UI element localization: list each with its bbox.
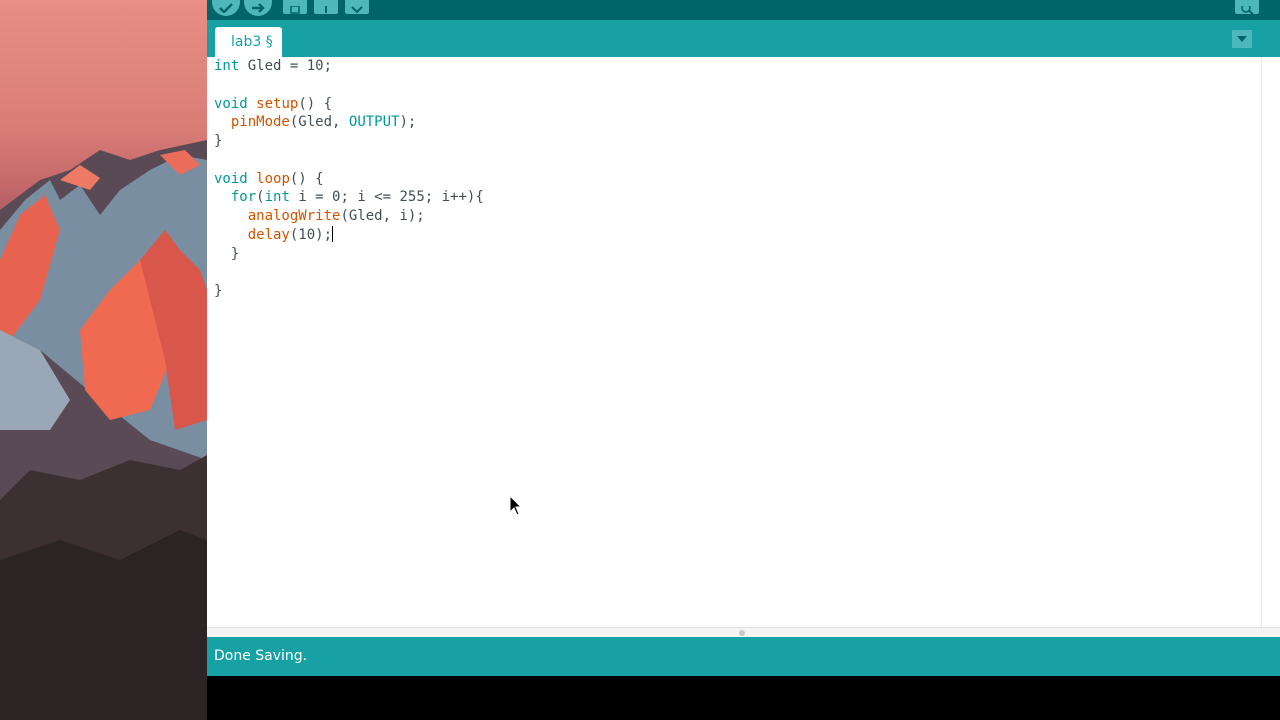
mountain-wallpaper-image (0, 140, 207, 720)
code-text[interactable]: int Gled = 10; void setup() { pinMode(Gl… (214, 57, 484, 301)
vertical-scrollbar[interactable] (1262, 57, 1280, 627)
code-line: } (214, 133, 223, 149)
console-splitter[interactable] (207, 627, 1280, 637)
text-caret (332, 225, 334, 242)
desktop-wallpaper (0, 0, 207, 720)
code-line: delay(10); (247, 225, 334, 243)
tab-label: lab3 § (231, 34, 273, 50)
mouse-pointer-icon (509, 495, 523, 516)
new-button[interactable] (283, 0, 307, 14)
tab-lab3[interactable]: lab3 § (215, 27, 282, 57)
code-line: analogWrite(Gled, i); (247, 208, 425, 224)
status-message: Done Saving. (214, 648, 308, 664)
splitter-handle-icon[interactable] (739, 630, 745, 636)
upload-icon (252, 3, 265, 13)
tab-bar: lab3 § (207, 20, 1280, 57)
verify-button[interactable] (212, 0, 240, 16)
tab-menu-button[interactable] (1232, 30, 1252, 48)
serial-monitor-icon (1241, 6, 1254, 14)
code-line: void setup() { (214, 95, 333, 112)
code-line: pinMode(Gled, OUTPUT); (230, 114, 417, 131)
code-line: for(int i = 0; i <= 255; i++){ (230, 189, 484, 206)
serial-monitor-button[interactable] (1235, 0, 1259, 14)
code-line: void loop() { (214, 170, 324, 187)
arduino-ide-window: lab3 § int Gled = 10; void setup() { pin… (207, 0, 1280, 720)
status-bar: Done Saving. (207, 637, 1280, 676)
output-console[interactable] (207, 676, 1280, 720)
open-icon (325, 6, 327, 13)
code-editor[interactable]: int Gled = 10; void setup() { pinMode(Gl… (207, 57, 1280, 627)
code-line: int Gled = 10; (214, 58, 333, 74)
chevron-down-icon (1237, 36, 1247, 42)
upload-button[interactable] (244, 0, 272, 16)
code-line: } (214, 283, 223, 299)
save-icon (351, 6, 363, 14)
toolbar (207, 0, 1280, 20)
open-button[interactable] (314, 0, 338, 14)
new-icon (290, 6, 300, 14)
code-line: } (214, 245, 240, 262)
save-button[interactable] (345, 0, 369, 14)
verify-icon (219, 3, 233, 13)
